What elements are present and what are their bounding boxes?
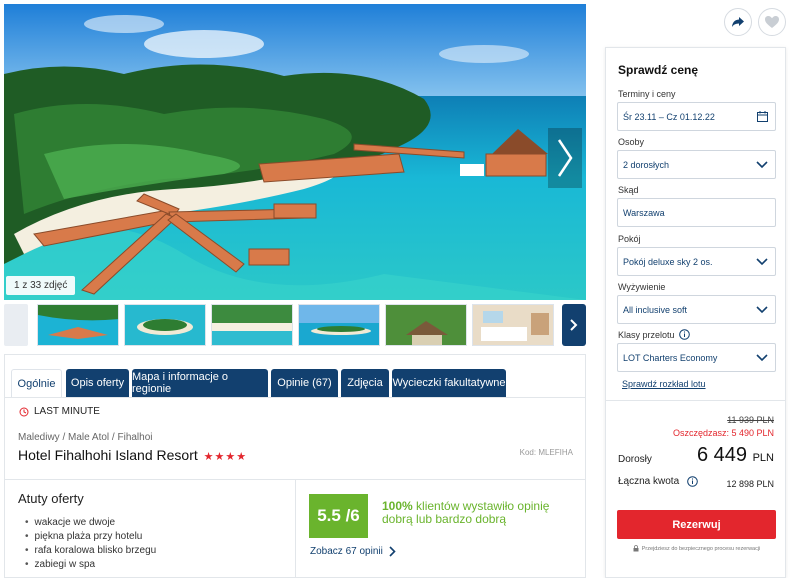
tab-reviews[interactable]: Opinie (67) <box>271 369 338 397</box>
thumbnail[interactable] <box>124 304 206 346</box>
departure-field[interactable]: Warszawa <box>617 198 776 227</box>
adult-price: 6 449 PLN <box>697 444 774 467</box>
info-icon[interactable] <box>678 329 690 340</box>
thumb-next-button[interactable] <box>562 304 586 346</box>
panel-title: Sprawdź cenę <box>618 63 699 77</box>
thumbnail[interactable] <box>472 304 554 346</box>
dates-field[interactable]: Śr 23.11 – Cz 01.12.22 <box>617 102 776 131</box>
people-label: Osoby <box>618 137 645 147</box>
chevron-down-icon <box>756 354 768 362</box>
favorite-button[interactable] <box>758 8 786 36</box>
clock-icon <box>19 407 29 416</box>
old-price: 11 939 PLN <box>727 415 774 425</box>
offer-code: Kod: MLEFIHA <box>519 448 573 457</box>
opinion-summary: 100% klientów wystawiło opinię dobrą lub… <box>382 500 572 526</box>
chevron-down-icon <box>756 306 768 314</box>
hero-photo[interactable] <box>4 4 586 300</box>
hotel-name: Hotel Fihalhohi Island Resort <box>18 447 198 463</box>
adult-price-label: Dorosły <box>618 454 652 465</box>
highlights-list: wakacje we dwoje piękna plaża przy hotel… <box>25 516 157 572</box>
heart-icon <box>765 16 779 28</box>
breadcrumb: Malediwy / Male Atol / Fihalhoi <box>18 432 153 443</box>
room-label: Pokój <box>618 234 641 244</box>
secure-note-text: Przejdziesz do bezpiecznego procesu reze… <box>641 545 761 552</box>
share-button[interactable] <box>724 8 752 36</box>
board-select[interactable]: All inclusive soft <box>617 295 776 324</box>
hotel-title: Hotel Fihalhohi Island Resort ★★★★ <box>18 447 247 463</box>
highlights-title: Atuty oferty <box>18 491 84 506</box>
secure-note: Przejdziesz do bezpiecznego procesu reze… <box>618 545 775 552</box>
room-value: Pokój deluxe sky 2 os. <box>623 256 713 267</box>
highlight-item: zabiegi w spa <box>25 558 156 572</box>
thumbnail[interactable] <box>385 304 467 346</box>
tab-photos[interactable]: Zdjęcia <box>341 369 389 397</box>
people-select[interactable]: 2 dorosłych <box>617 150 776 179</box>
departure-label: Skąd <box>618 185 639 195</box>
offer-card: Ogólnie Opis oferty Mapa i informacje o … <box>4 354 586 578</box>
review-score: 5.5 /6 <box>309 494 368 538</box>
reserve-button[interactable]: Rezerwuj <box>617 510 776 539</box>
thumb-prev-button[interactable] <box>4 304 28 346</box>
board-value: All inclusive soft <box>623 304 688 315</box>
hero-illustration <box>4 4 586 300</box>
info-icon[interactable] <box>687 476 698 487</box>
photo-counter: 1 z 33 zdjęć <box>6 276 76 295</box>
last-minute-badge: LAST MINUTE <box>19 406 100 417</box>
tab-map[interactable]: Mapa i informacje o regionie <box>132 369 268 397</box>
tab-general[interactable]: Ogólnie <box>11 369 62 397</box>
chevron-down-icon <box>756 161 768 169</box>
thumbnail[interactable] <box>37 304 119 346</box>
total-label-text: Łączna kwota <box>618 476 680 487</box>
highlight-item: wakacje we dwoje <box>25 516 156 530</box>
next-photo-button[interactable] <box>548 128 582 188</box>
lock-icon <box>633 545 639 552</box>
dates-value: Śr 23.11 – Cz 01.12.22 <box>623 111 715 122</box>
chevron-right-icon <box>389 546 396 557</box>
divider <box>295 480 296 578</box>
room-select[interactable]: Pokój deluxe sky 2 os. <box>617 247 776 276</box>
star-rating: ★★★★ <box>203 451 248 463</box>
opinion-percent: 100% <box>382 499 413 513</box>
flight-class-value: LOT Charters Economy <box>623 352 718 363</box>
share-icon <box>732 17 744 27</box>
chevron-right-icon <box>557 139 573 177</box>
total-label: Łączna kwota <box>618 476 698 487</box>
last-minute-label: LAST MINUTE <box>34 406 100 417</box>
thumbnail[interactable] <box>298 304 380 346</box>
see-reviews-link[interactable]: Zobacz 67 opinii <box>310 546 396 557</box>
divider <box>606 400 785 401</box>
tab-excursions[interactable]: Wycieczki fakultatywne <box>392 369 506 397</box>
calendar-icon <box>757 111 768 122</box>
price-check-panel: Sprawdź cenę Terminy i ceny Śr 23.11 – C… <box>605 47 786 578</box>
tab-divider <box>5 397 585 398</box>
flight-schedule-link[interactable]: Sprawdź rozkład lotu <box>622 379 706 389</box>
board-label: Wyżywienie <box>618 282 666 292</box>
see-reviews-label: Zobacz 67 opinii <box>310 546 383 557</box>
highlight-item: rafa koralowa blisko brzegu <box>25 544 157 558</box>
people-value: 2 dorosłych <box>623 159 670 170</box>
thumbnail[interactable] <box>211 304 293 346</box>
flight-class-label-text: Klasy przelotu <box>618 329 675 340</box>
flight-class-label: Klasy przelotu <box>618 329 690 340</box>
total-value: 12 898 PLN <box>726 479 774 489</box>
chevron-right-icon <box>570 319 578 331</box>
tab-offer-description[interactable]: Opis oferty <box>66 369 129 397</box>
flight-class-select[interactable]: LOT Charters Economy <box>617 343 776 372</box>
thumbnail-strip <box>4 304 586 348</box>
price-value: 6 449 <box>696 444 748 466</box>
chevron-down-icon <box>756 258 768 266</box>
price-currency: PLN <box>752 452 774 464</box>
departure-value: Warszawa <box>623 207 665 218</box>
savings-text: Oszczędzasz: 5 490 PLN <box>672 428 774 438</box>
highlight-item: piękna plaża przy hotelu <box>25 530 156 544</box>
dates-label: Terminy i ceny <box>618 89 676 99</box>
